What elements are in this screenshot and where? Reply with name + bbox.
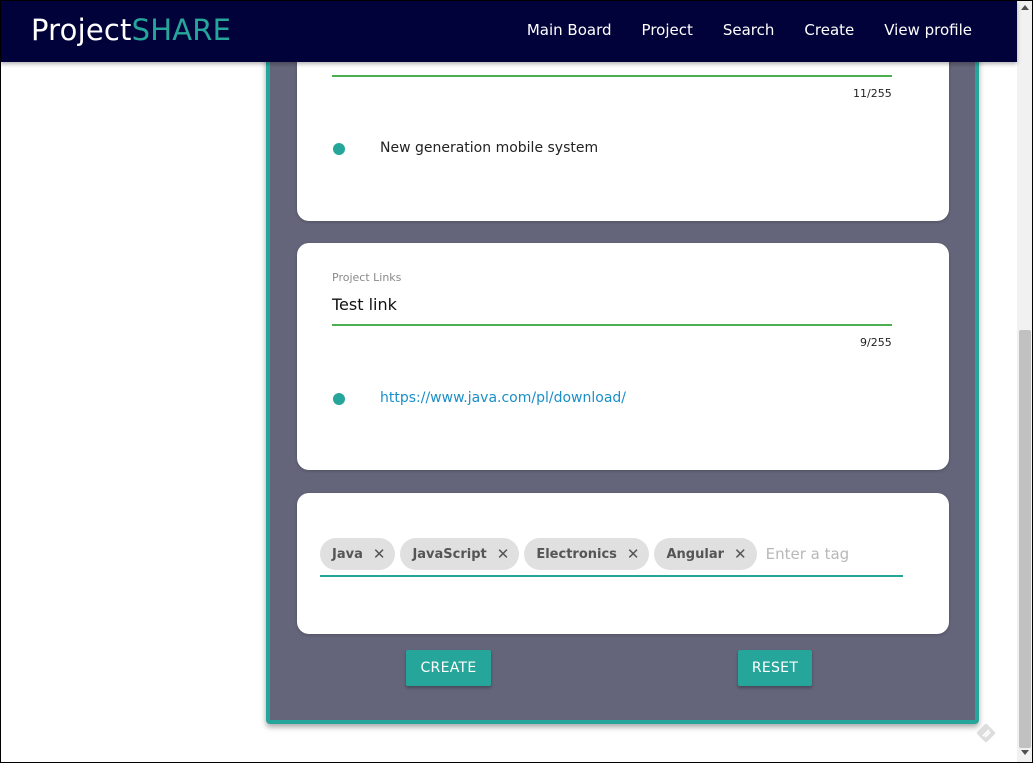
close-icon[interactable]: ✕ [373,545,386,563]
project-link-item[interactable]: https://www.java.com/pl/download/ [380,390,626,406]
description-list-item: New generation mobile system [380,140,599,156]
nav-link-main-board[interactable]: Main Board [527,21,612,39]
nav-link-project[interactable]: Project [642,21,693,39]
tag-input-underline [320,575,903,577]
tag-chip: Electronics ✕ [524,538,650,570]
brand-prefix: Project [31,13,132,47]
close-icon[interactable]: ✕ [734,545,747,563]
project-links-char-counter: 9/255 [860,336,892,349]
scroll-down-arrow-icon[interactable] [1021,750,1029,755]
tag-chip-label: Java [332,546,363,562]
tag-input[interactable] [763,544,918,564]
tag-chip-label: Angular [666,546,725,562]
reset-button[interactable]: RESET [738,650,812,686]
nav-link-create[interactable]: Create [804,21,854,39]
tag-chips: Java ✕ JavaScript ✕ Electronics ✕ Angula… [320,538,918,570]
project-links-label: Project Links [332,271,402,284]
tag-chip: Java ✕ [320,538,396,570]
edit-icon[interactable] [975,722,997,744]
close-icon[interactable]: ✕ [627,545,640,563]
bullet-icon [333,393,345,405]
tag-chip: JavaScript ✕ [400,538,520,570]
project-links-input[interactable]: Test link [332,295,397,314]
brand-logo[interactable]: ProjectSHARE [31,13,231,47]
project-links-underline [332,324,892,326]
create-button[interactable]: CREATE [406,650,491,686]
scroll-up-arrow-icon[interactable] [1021,5,1029,10]
page-scrollbar[interactable] [1017,0,1033,763]
nav-links: Main Board Project Search Create View pr… [527,21,972,39]
description-card [297,40,949,221]
description-field-underline[interactable] [332,75,892,77]
description-char-counter: 11/255 [853,87,892,100]
tag-chip: Angular ✕ [654,538,757,570]
tag-chip-label: Electronics [536,546,617,562]
tag-chip-label: JavaScript [412,546,487,562]
navbar: ProjectSHARE Main Board Project Search C… [0,0,1017,62]
scroll-thumb[interactable] [1019,330,1031,748]
bullet-icon [333,143,345,155]
brand-suffix: SHARE [131,13,232,47]
close-icon[interactable]: ✕ [497,545,510,563]
nav-link-search[interactable]: Search [723,21,775,39]
nav-link-view-profile[interactable]: View profile [884,21,972,39]
